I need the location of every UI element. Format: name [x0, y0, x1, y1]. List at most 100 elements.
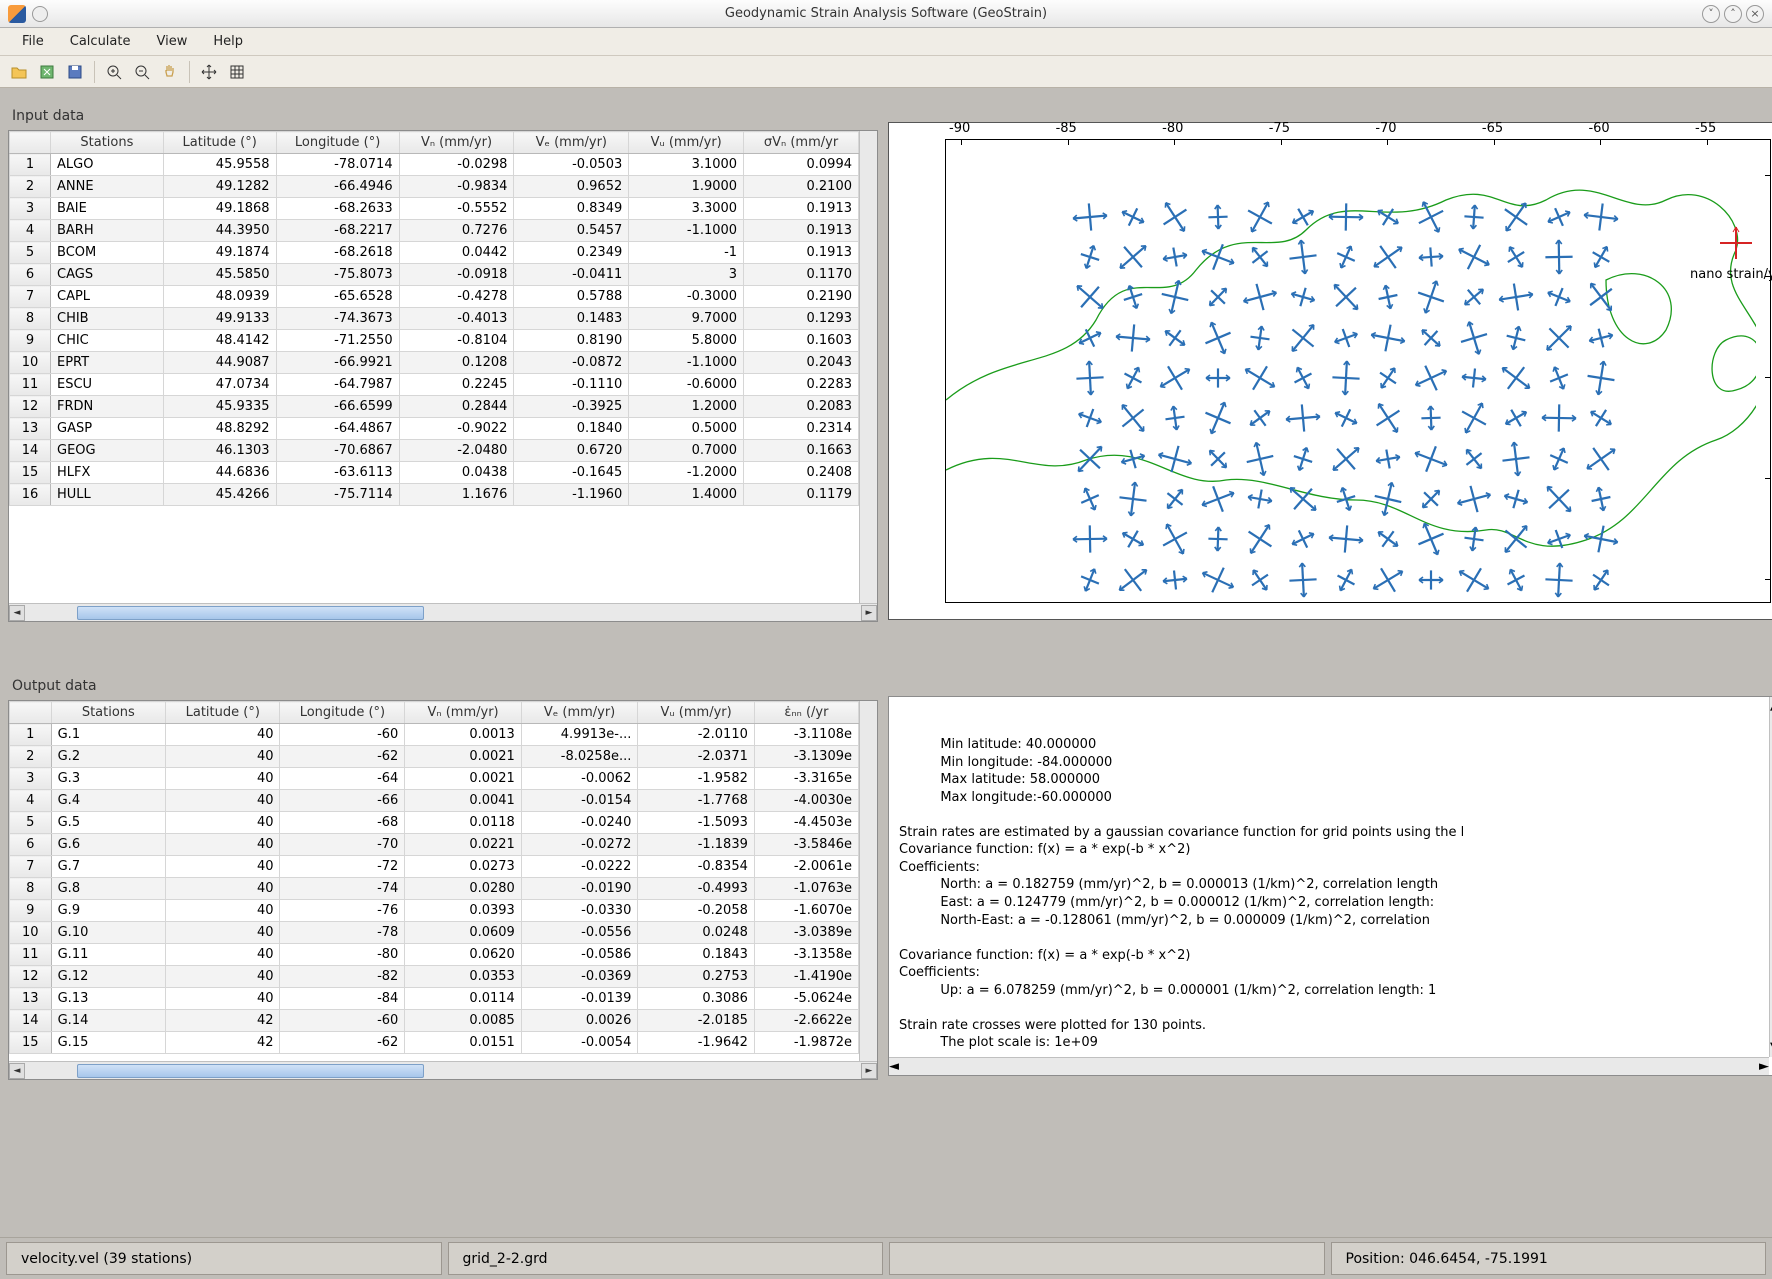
table-row[interactable]: 7CAPL48.0939-65.6528-0.42780.5788-0.3000… [10, 286, 859, 308]
table-row[interactable]: 12FRDN45.9335-66.65990.2844-0.39251.2000… [10, 396, 859, 418]
col-header[interactable]: Vᵤ (mm/yr) [629, 132, 744, 154]
strain-cross [1539, 318, 1579, 358]
col-header[interactable]: Latitude (°) [163, 132, 276, 154]
strain-cross [1198, 197, 1238, 237]
col-header[interactable]: Stations [51, 702, 165, 724]
strain-cross [1326, 318, 1366, 358]
strain-cross [1283, 358, 1323, 398]
table-row[interactable]: 11G.1140-800.0620-0.05860.1843-3.1358e [10, 944, 859, 966]
table-row[interactable]: 1G.140-600.00134.9913e-...-2.0110-3.1108… [10, 724, 859, 746]
strain-cross [1070, 197, 1110, 237]
bookmark-icon[interactable] [34, 59, 60, 85]
col-header[interactable]: Longitude (°) [280, 702, 405, 724]
strain-cross [1198, 439, 1238, 479]
table-row[interactable]: 9G.940-760.0393-0.0330-0.2058-1.6070e [10, 900, 859, 922]
menu-file[interactable]: File [10, 30, 56, 53]
strain-cross [1581, 519, 1621, 559]
col-header[interactable]: Vₑ (mm/yr) [521, 702, 638, 724]
col-header[interactable]: Longitude (°) [276, 132, 399, 154]
table-row[interactable]: 12G.1240-820.0353-0.03690.2753-1.4190e [10, 966, 859, 988]
strain-cross [1283, 197, 1323, 237]
table-row[interactable]: 9CHIC48.4142-71.2550-0.81040.81905.80000… [10, 330, 859, 352]
open-file-icon[interactable] [6, 59, 32, 85]
log-scroll-h[interactable]: ◄► [889, 1057, 1769, 1075]
zoom-in-icon[interactable] [101, 59, 127, 85]
input-scroll-h[interactable]: ◄► [9, 603, 877, 621]
strain-cross [1240, 479, 1280, 519]
map-plot[interactable]: nano strain/yr -90-85-80-75-70-65-60-556… [888, 122, 1772, 620]
pan-icon[interactable] [157, 59, 183, 85]
strain-cross [1368, 358, 1408, 398]
strain-cross [1070, 398, 1110, 438]
strain-cross [1070, 237, 1110, 277]
strain-cross [1368, 479, 1408, 519]
output-table[interactable]: StationsLatitude (°)Longitude (°)Vₙ (mm/… [8, 700, 878, 1080]
col-header[interactable]: σVₙ (mm/yr [744, 132, 859, 154]
strain-cross [1411, 479, 1451, 519]
col-header[interactable] [10, 132, 51, 154]
strain-cross [1368, 560, 1408, 600]
zoom-out-icon[interactable] [129, 59, 155, 85]
table-row[interactable]: 1ALGO45.9558-78.0714-0.0298-0.05033.1000… [10, 154, 859, 176]
table-row[interactable]: 14GEOG46.1303-70.6867-2.04800.67200.7000… [10, 440, 859, 462]
strain-cross [1155, 560, 1195, 600]
strain-cross [1496, 277, 1536, 317]
table-row[interactable]: 15HLFX44.6836-63.61130.0438-0.1645-1.200… [10, 462, 859, 484]
save-icon[interactable] [62, 59, 88, 85]
table-row[interactable]: 8CHIB49.9133-74.3673-0.40130.14839.70000… [10, 308, 859, 330]
window-title: Geodynamic Strain Analysis Software (Geo… [0, 6, 1772, 21]
table-row[interactable]: 13G.1340-840.0114-0.01390.3086-5.0624e [10, 988, 859, 1010]
table-row[interactable]: 5BCOM49.1874-68.26180.04420.2349-10.1913 [10, 242, 859, 264]
strain-cross [1454, 479, 1494, 519]
strain-cross [1581, 197, 1621, 237]
table-row[interactable]: 6CAGS45.5850-75.8073-0.0918-0.041130.117… [10, 264, 859, 286]
table-row[interactable]: 5G.540-680.0118-0.0240-1.5093-4.4503e [10, 812, 859, 834]
col-header[interactable]: Vₙ (mm/yr) [405, 702, 522, 724]
table-row[interactable]: 4G.440-660.0041-0.0154-1.7768-4.0030e [10, 790, 859, 812]
col-header[interactable]: Latitude (°) [166, 702, 280, 724]
table-row[interactable]: 4BARH44.3950-68.22170.72760.5457-1.10000… [10, 220, 859, 242]
strain-cross [1368, 197, 1408, 237]
col-header[interactable]: ε̇ₙₙ (/yr [754, 702, 858, 724]
table-row[interactable]: 16HULL45.4266-75.71141.1676-1.19601.4000… [10, 484, 859, 506]
move-icon[interactable] [196, 59, 222, 85]
table-row[interactable]: 10EPRT44.9087-66.99210.1208-0.0872-1.100… [10, 352, 859, 374]
strain-cross [1240, 277, 1280, 317]
table-row[interactable]: 14G.1442-600.00850.0026-2.0185-2.6622e [10, 1010, 859, 1032]
table-row[interactable]: 6G.640-700.0221-0.0272-1.1839-3.5846e [10, 834, 859, 856]
table-row[interactable]: 3G.340-640.0021-0.0062-1.9582-3.3165e [10, 768, 859, 790]
output-scroll-h[interactable]: ◄► [9, 1061, 877, 1079]
input-scroll-v[interactable] [859, 131, 877, 603]
toolbar [0, 56, 1772, 88]
close-button[interactable]: × [1746, 5, 1764, 23]
log-output[interactable]: Min latitude: 40.000000 Min longitude: -… [888, 696, 1772, 1076]
col-header[interactable]: Vₑ (mm/yr) [514, 132, 629, 154]
strain-cross [1113, 277, 1153, 317]
table-row[interactable]: 10G.1040-780.0609-0.05560.0248-3.0389e [10, 922, 859, 944]
strain-cross [1155, 479, 1195, 519]
input-table[interactable]: StationsLatitude (°)Longitude (°)Vₙ (mm/… [8, 130, 878, 622]
strain-cross [1240, 560, 1280, 600]
output-scroll-v[interactable] [859, 701, 877, 1061]
menu-calculate[interactable]: Calculate [58, 30, 143, 53]
table-row[interactable]: 7G.740-720.0273-0.0222-0.8354-2.0061e [10, 856, 859, 878]
table-row[interactable]: 8G.840-740.0280-0.0190-0.4993-1.0763e [10, 878, 859, 900]
minimize-button[interactable]: ˅ [1702, 5, 1720, 23]
table-row[interactable]: 13GASP48.8292-64.4867-0.90220.18400.5000… [10, 418, 859, 440]
table-row[interactable]: 2G.240-620.0021-8.0258e...-2.0371-3.1309… [10, 746, 859, 768]
menu-help[interactable]: Help [201, 30, 255, 53]
col-header[interactable] [10, 702, 52, 724]
table-row[interactable]: 2ANNE49.1282-66.4946-0.98340.96521.90000… [10, 176, 859, 198]
col-header[interactable]: Vᵤ (mm/yr) [638, 702, 755, 724]
maximize-button[interactable]: ˄ [1724, 5, 1742, 23]
col-header[interactable]: Stations [51, 132, 164, 154]
grid-icon[interactable] [224, 59, 250, 85]
table-row[interactable]: 11ESCU47.0734-64.79870.2245-0.1110-0.600… [10, 374, 859, 396]
status-grid: grid_2-2.grd [448, 1242, 884, 1275]
strain-cross [1539, 398, 1579, 438]
table-row[interactable]: 3BAIE49.1868-68.2633-0.55520.83493.30000… [10, 198, 859, 220]
strain-cross [1283, 318, 1323, 358]
table-row[interactable]: 15G.1542-620.0151-0.0054-1.9642-1.9872e [10, 1032, 859, 1054]
col-header[interactable]: Vₙ (mm/yr) [399, 132, 514, 154]
menu-view[interactable]: View [144, 30, 199, 53]
